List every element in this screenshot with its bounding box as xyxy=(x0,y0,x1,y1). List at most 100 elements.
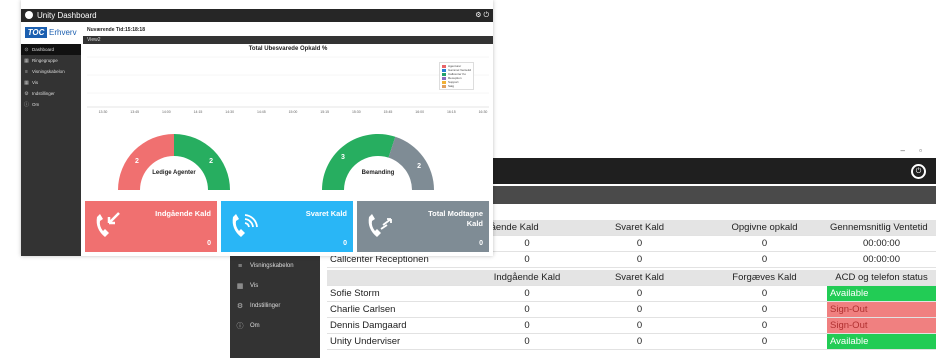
grid-icon: ▦ xyxy=(24,57,29,64)
gear-icon: ⚙ xyxy=(24,90,29,97)
column-header: Svaret Kald xyxy=(577,270,702,286)
cell: 0 xyxy=(702,301,827,318)
sidebar: ⊙ Dashboard ▦ Ringegruppe ≡ Visningskabe… xyxy=(21,44,81,256)
card-value: 0 xyxy=(207,240,211,247)
column-header: Gennemsnitlig Ventetid xyxy=(827,220,936,236)
gauge-ring xyxy=(118,134,230,190)
power-icon[interactable]: ⏻ xyxy=(911,164,926,179)
legend-swatch xyxy=(442,64,446,68)
gauge-segment-left xyxy=(118,134,174,190)
sidebar-item-label: Dashboard xyxy=(32,47,55,52)
cell: 0 xyxy=(477,285,577,302)
gauge-segment-right xyxy=(174,134,230,190)
cell: 0 xyxy=(702,235,827,252)
status-badge: Sign-Out xyxy=(827,317,936,334)
legend-label: Salg xyxy=(448,84,455,88)
phone-incoming-icon xyxy=(96,212,120,237)
cell: 0 xyxy=(702,285,827,302)
column-header: Indgående Kald xyxy=(477,270,577,286)
list-icon: ≡ xyxy=(25,68,28,75)
card-total-modtagne-kald[interactable]: Total Modtagne Kald 0 xyxy=(357,201,489,252)
card-value: 0 xyxy=(343,240,347,247)
column-header: Forgæves Kald xyxy=(702,270,827,286)
cell: 0 xyxy=(577,285,702,302)
column-header xyxy=(327,270,477,286)
sidebar-item-label: Visningskabelon xyxy=(32,69,65,74)
x-tick-label: 15:30 xyxy=(352,110,361,114)
table-row[interactable]: Sofie Storm 0 0 0 Available xyxy=(327,285,936,302)
sidebar-item-label: Vis xyxy=(250,283,259,289)
x-tick-label: 16:15 xyxy=(447,110,456,114)
table-row[interactable]: Charlie Carlsen 0 0 0 Sign-Out xyxy=(327,301,936,318)
sidebar-item-label: Indstillinger xyxy=(32,91,55,96)
x-tick-label: 14:30 xyxy=(225,110,234,114)
cell: 00:00:00 xyxy=(827,235,936,252)
table-header-row: Indgående Kald Svaret Kald Forgæves Kald… xyxy=(327,270,936,286)
sidebar: ≡ Visningskabelon ▦ Vis ⚙ Indstillinger … xyxy=(230,256,320,358)
phone-answered-icon xyxy=(232,214,258,237)
cell: 0 xyxy=(702,251,827,268)
sidebar-item-visningskabelon[interactable]: ≡ Visningskabelon xyxy=(230,256,320,276)
logo-mark: TOC xyxy=(25,27,47,38)
x-tick-label: 15:15 xyxy=(320,110,329,114)
table-row[interactable]: Dennis Damgaard 0 0 0 Sign-Out xyxy=(327,317,936,334)
x-tick-label: 14:15 xyxy=(194,110,203,114)
sidebar-item-ringegruppe[interactable]: ▦ Ringegruppe xyxy=(21,55,81,66)
logo-text: Erhverv xyxy=(49,28,77,37)
sidebar-item-om[interactable]: ⓘ Om xyxy=(230,316,320,336)
sidebar-item-vis[interactable]: ▦ Vis xyxy=(21,77,81,88)
window-controls[interactable]: ⚙ ⏻ xyxy=(475,9,489,22)
x-tick-label: 15:45 xyxy=(384,110,393,114)
column-header: ACD og telefon status xyxy=(827,270,936,286)
view-tab[interactable]: View2 xyxy=(83,36,493,44)
sidebar-item-indstillinger[interactable]: ⚙ Indstillinger xyxy=(21,88,81,99)
cell: 0 xyxy=(577,333,702,350)
grid-icon: ▦ xyxy=(24,79,29,86)
gauge-right-value: 2 xyxy=(417,163,421,170)
info-icon: ⓘ xyxy=(24,102,30,108)
status-badge: Sign-Out xyxy=(827,301,936,318)
table-row[interactable]: Unity Underviser 0 0 0 Available xyxy=(327,333,936,350)
sidebar-item-om[interactable]: ⓘ Om xyxy=(21,99,81,110)
title-bar: Unity Dashboard ⚙ ⏻ xyxy=(21,9,493,22)
grid-icon: ▦ xyxy=(236,283,244,290)
x-tick-label: 16:30 xyxy=(479,110,488,114)
agent-table: Indgående Kald Svaret Kald Forgæves Kald… xyxy=(327,270,936,350)
window-title: Unity Dashboard xyxy=(37,11,97,20)
legend-swatch xyxy=(442,72,446,76)
card-title: Svaret Kald xyxy=(305,209,347,218)
gauge-right-value: 2 xyxy=(209,158,213,165)
logo: TOC Erhverv xyxy=(25,24,81,42)
cell: 0 xyxy=(477,317,577,334)
sidebar-item-visningskabelon[interactable]: ≡ Visningskabelon xyxy=(21,66,81,77)
sidebar-item-label: Visningskabelon xyxy=(250,263,294,269)
status-badge: Available xyxy=(827,285,936,302)
card-svaret-kald[interactable]: Svaret Kald 0 xyxy=(221,201,353,252)
sidebar-item-vis[interactable]: ▦ Vis xyxy=(230,276,320,296)
agent-name: Sofie Storm xyxy=(327,285,477,302)
sidebar-item-label: Vis xyxy=(32,80,39,85)
card-title: Indgående Kald xyxy=(155,209,211,218)
window-controls[interactable]: – ▫ xyxy=(900,146,928,155)
sidebar-item-dashboard[interactable]: ⊙ Dashboard xyxy=(21,44,81,55)
legend-swatch xyxy=(442,68,446,72)
cell: 0 xyxy=(577,235,702,252)
agent-name: Charlie Carlsen xyxy=(327,301,477,318)
gauge-ledige-agenter: 2 2 Ledige Agenter xyxy=(115,120,233,192)
x-tick-label: 13:45 xyxy=(130,110,139,114)
cell: 0 xyxy=(577,317,702,334)
sidebar-item-indstillinger[interactable]: ⚙ Indstillinger xyxy=(230,296,320,316)
legend-item[interactable]: Salg xyxy=(442,84,471,88)
gauge-ring xyxy=(322,134,434,190)
sidebar-item-label: Ringegruppe xyxy=(32,58,58,63)
line-chart: 13:30 13:45 14:00 14:15 14:30 14:45 15:00 15:15… xyxy=(87,56,489,114)
chart-legend: Agenturer Gammel Ventetid Callcenter Ko Rec… xyxy=(439,62,475,90)
list-icon: ≡ xyxy=(237,262,243,270)
cell: 0 xyxy=(577,301,702,318)
sidebar-item-label: Om xyxy=(32,102,40,107)
agent-name: Dennis Damgaard xyxy=(327,317,477,334)
cell: 0 xyxy=(702,317,827,334)
cell: 0 xyxy=(702,333,827,350)
cell: 0 xyxy=(477,301,577,318)
card-indgaaende-kald[interactable]: Indgående Kald 0 xyxy=(85,201,217,252)
